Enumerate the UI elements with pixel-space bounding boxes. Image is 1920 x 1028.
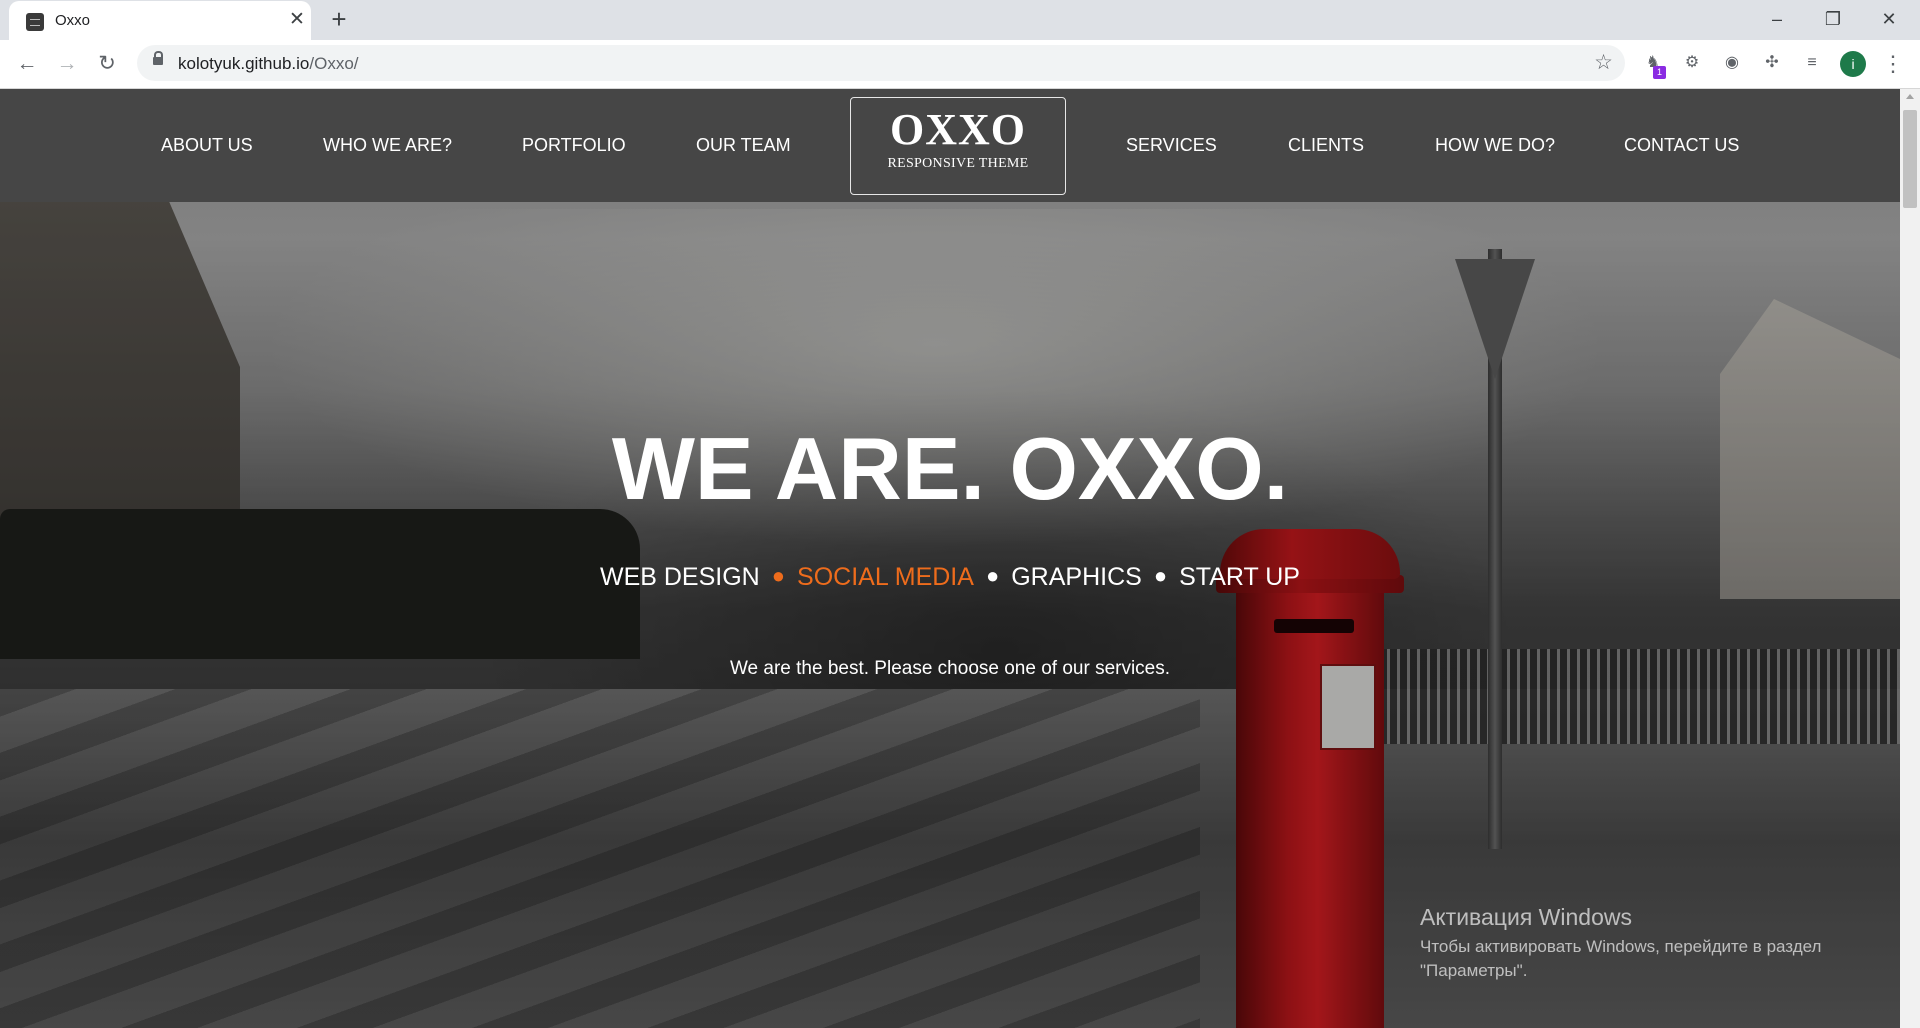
scroll-thumb[interactable] (1903, 110, 1917, 208)
nav-our-team[interactable]: OUR TEAM (696, 135, 791, 156)
browser-tab[interactable]: Oxxo ✕ (9, 1, 311, 40)
nav-who-we-are[interactable]: WHO WE ARE? (323, 135, 452, 156)
url-host: kolotyuk.github.io (178, 54, 310, 73)
nav-services[interactable]: SERVICES (1126, 135, 1217, 156)
windows-activation-text: Чтобы активировать Windows, перейдите в … (1420, 937, 1822, 956)
nav-clients[interactable]: CLIENTS (1288, 135, 1364, 156)
hero-overlay (0, 89, 1900, 1028)
page-viewport: ABOUT US WHO WE ARE? PORTFOLIO OUR TEAM … (0, 89, 1900, 1028)
url-path: /Oxxo/ (309, 54, 359, 73)
puzzle-icon[interactable]: ✣ (1761, 52, 1783, 74)
nav-contact-us[interactable]: CONTACT US (1624, 135, 1739, 156)
tagline-graphics[interactable]: GRAPHICS (1011, 563, 1142, 591)
forward-icon[interactable]: → (52, 49, 82, 79)
site-header: ABOUT US WHO WE ARE? PORTFOLIO OUR TEAM … (0, 89, 1900, 202)
page-scrollbar[interactable] (1900, 89, 1920, 1028)
menu-icon[interactable]: ⋮ (1882, 49, 1904, 79)
browser-toolbar: ← → ↻ kolotyuk.github.io/Oxxo/ ☆ ♞ 1 ⚙ ◉… (0, 40, 1920, 89)
tab-title: Oxxo (55, 12, 91, 29)
reload-icon[interactable]: ↻ (92, 49, 122, 79)
tagline-start-up[interactable]: START UP (1179, 563, 1300, 591)
tagline-web-design[interactable]: WEB DESIGN (600, 563, 760, 591)
address-bar[interactable]: kolotyuk.github.io/Oxxo/ ☆ (137, 45, 1625, 81)
media-icon[interactable]: ≡ (1801, 52, 1823, 74)
windows-activation-title: Активация Windows (1420, 904, 1632, 930)
site-favicon-icon (26, 13, 44, 31)
nav-how-we-do[interactable]: HOW WE DO? (1435, 135, 1555, 156)
windows-activation-text-2: "Параметры". (1420, 961, 1528, 980)
back-icon[interactable]: ← (12, 49, 42, 79)
tab-strip: Oxxo ✕ + – ❐ ✕ (0, 0, 1920, 40)
hero-tagline: WEB DESIGN ● SOCIAL MEDIA ● GRAPHICS ● START U… (0, 563, 1900, 592)
nav-portfolio[interactable]: PORTFOLIO (522, 135, 626, 156)
nav-about-us[interactable]: ABOUT US (161, 135, 253, 156)
logo-title: OXXO (890, 105, 1026, 154)
minimize-button[interactable]: – (1754, 0, 1800, 40)
separator-dot-icon: ● (771, 563, 786, 588)
extension-badge: 1 (1653, 66, 1666, 79)
close-window-button[interactable]: ✕ (1866, 0, 1912, 40)
hero-headline: WE ARE. OXXO. (611, 419, 1289, 518)
hero-background (0, 89, 1900, 1028)
scroll-up-icon[interactable] (1906, 94, 1914, 99)
star-icon[interactable]: ☆ (1594, 50, 1613, 75)
profile-avatar[interactable]: i (1840, 51, 1866, 77)
extension-3-icon[interactable]: ◉ (1721, 52, 1743, 74)
lock-icon[interactable] (153, 51, 163, 65)
separator-dot-icon: ● (985, 563, 1000, 588)
tagline-social-media[interactable]: SOCIAL MEDIA (797, 563, 974, 591)
extension-2-icon[interactable]: ⚙ (1681, 52, 1703, 74)
url-text[interactable]: kolotyuk.github.io/Oxxo/ (178, 54, 359, 74)
separator-dot-icon: ● (1153, 563, 1168, 588)
restore-button[interactable]: ❐ (1810, 0, 1856, 40)
site-logo[interactable]: OXXO RESPONSIVE THEME (850, 97, 1066, 195)
new-tab-button[interactable]: + (325, 5, 353, 33)
hero-lead-text: We are the best. Please choose one of ou… (729, 658, 1171, 679)
close-tab-icon[interactable]: ✕ (286, 9, 308, 31)
logo-subtitle: RESPONSIVE THEME (887, 156, 1029, 171)
